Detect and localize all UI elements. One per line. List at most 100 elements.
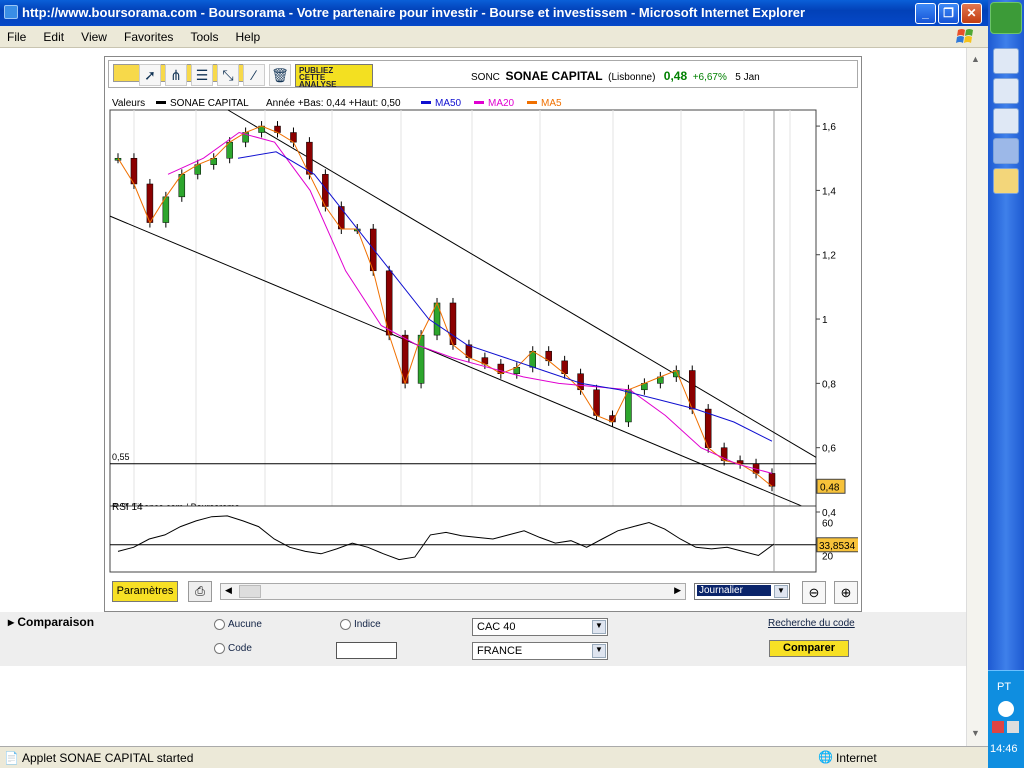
menu-tools[interactable]: Tools	[183, 26, 225, 48]
close-button[interactable]: ✕	[961, 3, 982, 24]
printer-icon[interactable]: ⎙	[188, 581, 212, 602]
y-tick-label: 1,4	[822, 186, 836, 197]
y-tick-label: 1,2	[822, 251, 836, 262]
globe-icon: 🌐	[818, 750, 833, 764]
parametres-button[interactable]: Paramètres	[112, 581, 178, 602]
status-text: Applet SONAE CAPITAL started	[22, 751, 194, 765]
scroll-thumb[interactable]	[239, 585, 261, 598]
stock-quote: SONC SONAE CAPITAL (Lisbonne) 0,48 +6,67…	[471, 69, 760, 83]
zoom-out-icon[interactable]: ⊖	[802, 581, 826, 604]
y-tick-label: 1	[822, 315, 828, 326]
compare-button[interactable]: Comparer	[769, 640, 849, 657]
radio-button[interactable]	[214, 619, 225, 630]
network-icon[interactable]	[992, 721, 1004, 733]
stock-code: SONC	[471, 72, 500, 83]
scroll-left-icon[interactable]: ◀	[225, 585, 232, 596]
rsi-frame	[109, 505, 817, 573]
ie-window-icon[interactable]	[993, 78, 1019, 104]
ie-window-icon[interactable]	[993, 138, 1019, 164]
menu-favorites[interactable]: Favorites	[117, 26, 180, 48]
chart-scrollbar[interactable]: ◀ ▶	[220, 583, 686, 600]
back-icon[interactable]	[998, 701, 1014, 717]
window-title: http://www.boursorama.com - Boursorama -…	[22, 5, 806, 20]
page-content: ⚲ ➚ ⋔ ☰ ⤡ ∕ 🗑 PUBLIEZ CETTE ANALYSE SONC…	[0, 48, 966, 746]
radio-aucune[interactable]: Aucune	[214, 619, 262, 630]
chart-area[interactable]: Valeurs SONAE CAPITAL Année +Bas: 0,44 +Ha…	[108, 94, 858, 550]
legend-swatch	[156, 101, 166, 104]
price-chart[interactable]: Valeurs SONAE CAPITAL Année +Bas: 0,44 +Ha…	[108, 94, 858, 550]
rsi-tick-label: 20	[822, 552, 834, 563]
legend-ma50: MA50	[435, 98, 462, 109]
legend-swatch	[527, 101, 537, 104]
radio-button[interactable]	[340, 619, 351, 630]
trendline-icon[interactable]: ➚	[139, 64, 161, 86]
language-indicator[interactable]: PT	[997, 681, 1011, 693]
system-tray: PT 14:46	[988, 670, 1024, 768]
speaker-icon[interactable]	[1007, 721, 1019, 733]
publish-analysis-button[interactable]: PUBLIEZ CETTE ANALYSE	[295, 64, 373, 89]
page-scrollbar[interactable]: ▲ ▼	[966, 48, 988, 746]
stock-name: SONAE CAPITAL	[505, 69, 603, 83]
scroll-up-icon[interactable]: ▲	[971, 54, 980, 64]
index-select[interactable]: CAC 40 ▼	[472, 618, 608, 636]
period-select[interactable]: Journalier ▼	[694, 583, 790, 600]
security-zone: Internet	[836, 751, 877, 765]
legend-swatch	[474, 101, 484, 104]
last-value-label: 0,48	[820, 482, 840, 493]
folder-icon[interactable]	[993, 168, 1019, 194]
minimize-button[interactable]: _	[915, 3, 936, 24]
crosshair-icon[interactable]: ⋔	[165, 64, 187, 86]
chevron-down-icon[interactable]: ▼	[774, 585, 788, 598]
menu-view[interactable]: View	[74, 26, 114, 48]
fibonacci-icon[interactable]: ☰	[191, 64, 213, 86]
chart-applet: ⚲ ➚ ⋔ ☰ ⤡ ∕ 🗑 PUBLIEZ CETTE ANALYSE SONC…	[104, 56, 862, 612]
scroll-right-icon[interactable]: ▶	[674, 585, 681, 596]
country-select[interactable]: FRANCE ▼	[472, 642, 608, 660]
chart-toolbar: ⚲ ➚ ⋔ ☰ ⤡ ∕ 🗑 PUBLIEZ CETTE ANALYSE SONC…	[108, 60, 858, 89]
zoom-in-icon[interactable]: ⊕	[834, 581, 858, 604]
menu-help[interactable]: Help	[229, 26, 268, 48]
taskbar: PT 14:46	[988, 0, 1024, 768]
menu-bar: File Edit View Favorites Tools Help	[0, 26, 988, 48]
legend-valeurs: Valeurs	[112, 98, 145, 109]
radio-button[interactable]	[214, 643, 225, 654]
clock: 14:46	[990, 743, 1018, 755]
level-line-label: 0,55	[112, 452, 130, 462]
parallel-icon[interactable]: ∕	[243, 64, 265, 86]
y-tick-label: 0,8	[822, 379, 836, 390]
radio-indice[interactable]: Indice	[340, 619, 381, 630]
y-tick-label: 0,6	[822, 444, 836, 455]
legend-swatch	[421, 101, 431, 104]
status-bar: 📄 Applet SONAE CAPITAL started 🌐 Interne…	[0, 746, 988, 768]
chevron-down-icon[interactable]: ▼	[592, 644, 606, 658]
legend-ma20: MA20	[488, 98, 515, 109]
rsi-value-label: 33,8534	[819, 541, 856, 552]
rsi-tick-label: 60	[822, 519, 834, 530]
legend-series: SONAE CAPITAL	[170, 98, 249, 109]
legend-range: Année +Bas: 0,44 +Haut: 0,50	[266, 98, 401, 109]
radio-code[interactable]: Code	[214, 643, 252, 654]
rsi-label: RSI 14	[112, 502, 143, 513]
comparison-panel: ▸ Comparaison Aucune Indice Code CAC 40 ▼…	[0, 612, 966, 666]
channel-icon[interactable]: ⤡	[217, 64, 239, 86]
code-input[interactable]	[336, 642, 397, 659]
stock-date: 5 Jan	[735, 72, 760, 83]
window-titlebar: http://www.boursorama.com - Boursorama -…	[0, 0, 988, 26]
menu-file[interactable]: File	[0, 26, 33, 48]
code-search-link[interactable]: Recherche du code	[768, 618, 855, 629]
maximize-button[interactable]: ❐	[938, 3, 959, 24]
chart-controls: Paramètres ⎙ ◀ ▶ Journalier ▼ ⊖ ⊕	[108, 577, 858, 607]
rsi-chart[interactable]: RSI 14 60 2033,8534	[108, 498, 858, 574]
ie-icon	[4, 5, 18, 19]
start-button[interactable]	[990, 2, 1022, 34]
windows-logo-icon	[956, 29, 973, 43]
ie-window-icon[interactable]	[993, 108, 1019, 134]
trash-icon[interactable]: 🗑	[269, 64, 291, 86]
y-tick-label: 1,6	[822, 122, 836, 133]
menu-edit[interactable]: Edit	[36, 26, 71, 48]
chevron-down-icon[interactable]: ▼	[592, 620, 606, 634]
ie-window-icon[interactable]	[993, 48, 1019, 74]
comparison-header[interactable]: ▸ Comparaison	[8, 615, 94, 629]
page-icon: 📄	[4, 751, 19, 765]
scroll-down-icon[interactable]: ▼	[971, 728, 980, 738]
